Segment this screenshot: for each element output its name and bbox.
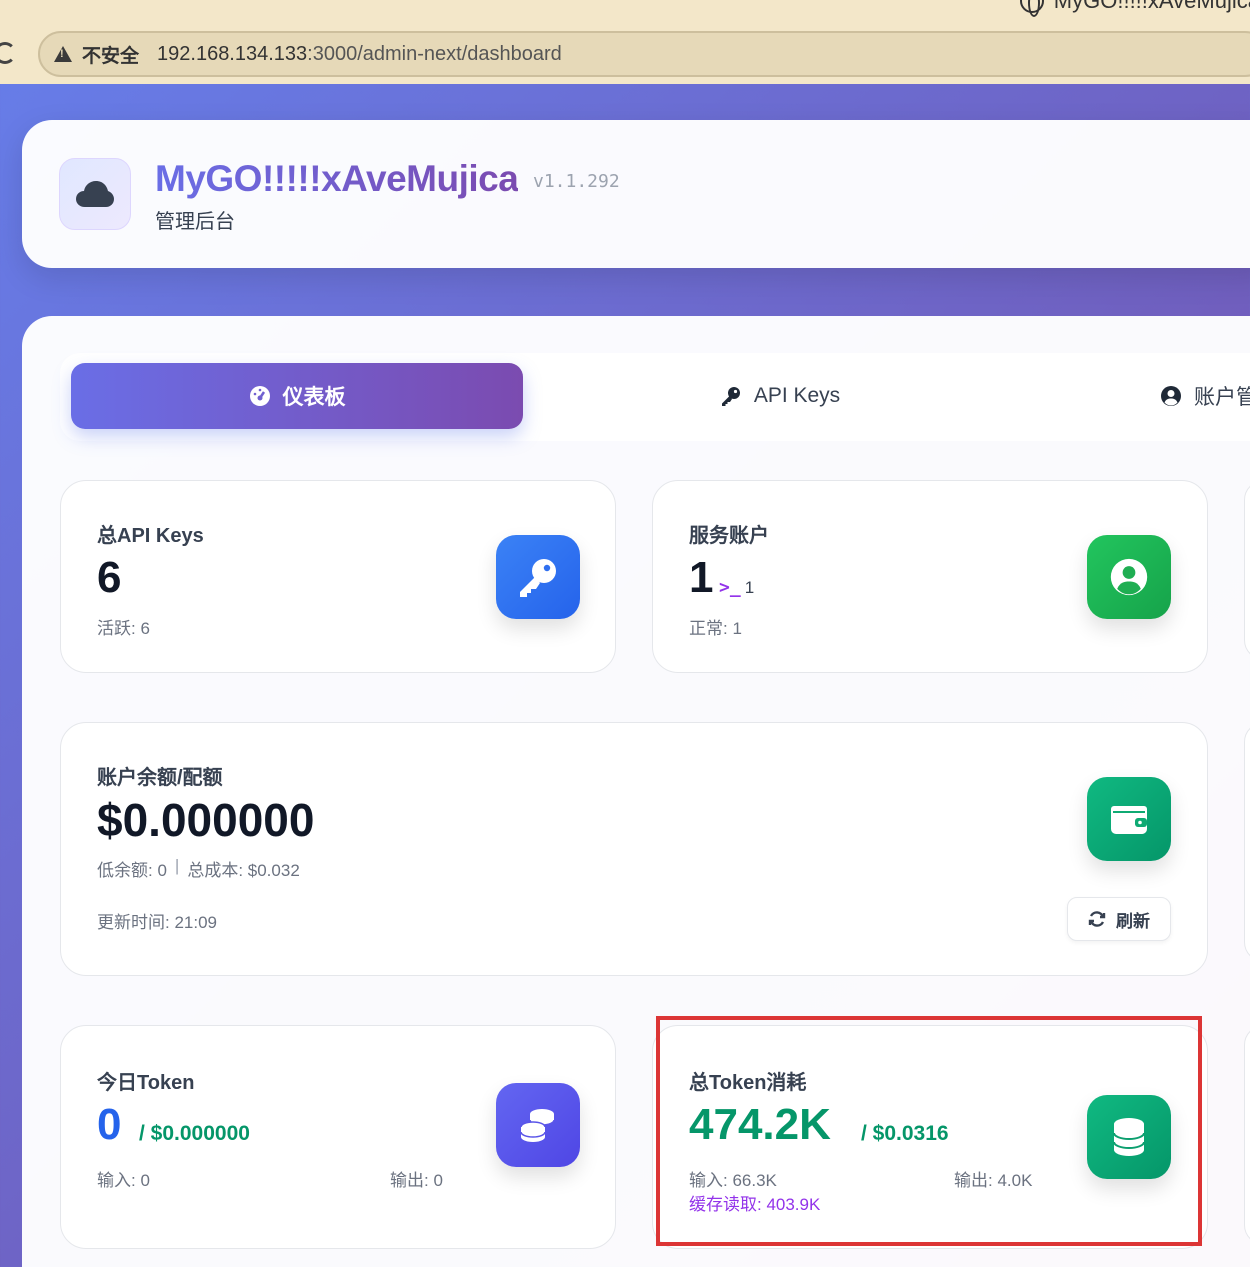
- url-text[interactable]: 192.168.134.133:3000/admin-next/dashboar…: [157, 43, 562, 66]
- stat-subtext: 活跃: 6: [97, 619, 150, 638]
- card-title: 总API Keys: [97, 525, 204, 547]
- header-card: MyGO!!!!!xAveMujica v1.1.292 管理后台: [22, 120, 1250, 268]
- refresh-button[interactable]: 刷新: [1067, 897, 1171, 941]
- stat-card-service-accounts: 服务账户 1 >_ 1 正常: 1: [652, 480, 1208, 673]
- updated-time: 更新时间: 21:09: [97, 913, 217, 932]
- token-value: 0: [97, 1100, 122, 1149]
- tab-bar: 仪表板 API Keys 账户管: [60, 353, 1250, 441]
- stat-card-balance: 账户余额/配额 $0.000000 低余额: 0 | 总成本: $0.032 更…: [60, 722, 1208, 976]
- stat-card-api-keys: 总API Keys 6 活跃: 6: [60, 480, 616, 673]
- stat-value: 1: [689, 553, 714, 602]
- page-subtitle: 管理后台: [155, 211, 235, 233]
- insecure-label[interactable]: 不安全: [82, 41, 139, 68]
- window-title: MyGO!!!!!xAveMujica: [1019, 0, 1250, 17]
- coins-icon: [496, 1083, 580, 1167]
- key-icon: [496, 535, 580, 619]
- app-title: MyGO!!!!!xAveMujica: [155, 158, 519, 199]
- platform-count: >_ 1: [719, 577, 755, 598]
- tab-accounts[interactable]: 账户管: [1160, 363, 1250, 429]
- token-input: 输入: 0: [97, 1171, 150, 1190]
- token-output: 输出: 0: [390, 1171, 443, 1190]
- cloud-icon: [59, 158, 131, 230]
- stat-card-partial: [1244, 480, 1250, 660]
- balance-value: $0.000000: [97, 794, 315, 846]
- token-cost: / $0.000000: [139, 1122, 250, 1145]
- key-icon: [721, 387, 740, 406]
- highlight-box: [656, 1016, 1202, 1246]
- stat-value: 6: [97, 553, 122, 602]
- browser-toolbar: MyGO!!!!!xAveMujica 不安全 192.168.134.133:…: [0, 0, 1250, 84]
- card-title: 今日Token: [97, 1072, 195, 1094]
- terminal-icon: >_: [719, 577, 741, 598]
- stat-subtext: 正常: 1: [689, 619, 742, 638]
- card-title: 服务账户: [689, 525, 769, 547]
- warning-icon[interactable]: [54, 46, 72, 62]
- tab-api-keys[interactable]: API Keys: [690, 363, 870, 429]
- user-circle-icon: [1161, 386, 1181, 406]
- refresh-icon: [1088, 911, 1106, 927]
- globe-icon: [1019, 0, 1044, 17]
- wallet-icon: [1087, 777, 1171, 861]
- tab-dashboard[interactable]: 仪表板: [71, 363, 523, 429]
- version-label: v1.1.292: [533, 171, 620, 192]
- card-title: 账户余额/配额: [97, 767, 223, 789]
- stat-card-partial: [1244, 722, 1250, 962]
- reload-icon[interactable]: [0, 42, 16, 64]
- balance-details: 低余额: 0 | 总成本: $0.032: [97, 856, 300, 880]
- stat-card-partial: [1244, 1025, 1250, 1245]
- user-circle-icon: [1087, 535, 1171, 619]
- stat-card-today-token: 今日Token 0 / $0.000000 输入: 0 输出: 0: [60, 1025, 616, 1249]
- divider: |: [174, 856, 180, 875]
- gauge-icon: [249, 386, 270, 406]
- address-bar[interactable]: 不安全 192.168.134.133:3000/admin-next/dash…: [38, 31, 1250, 77]
